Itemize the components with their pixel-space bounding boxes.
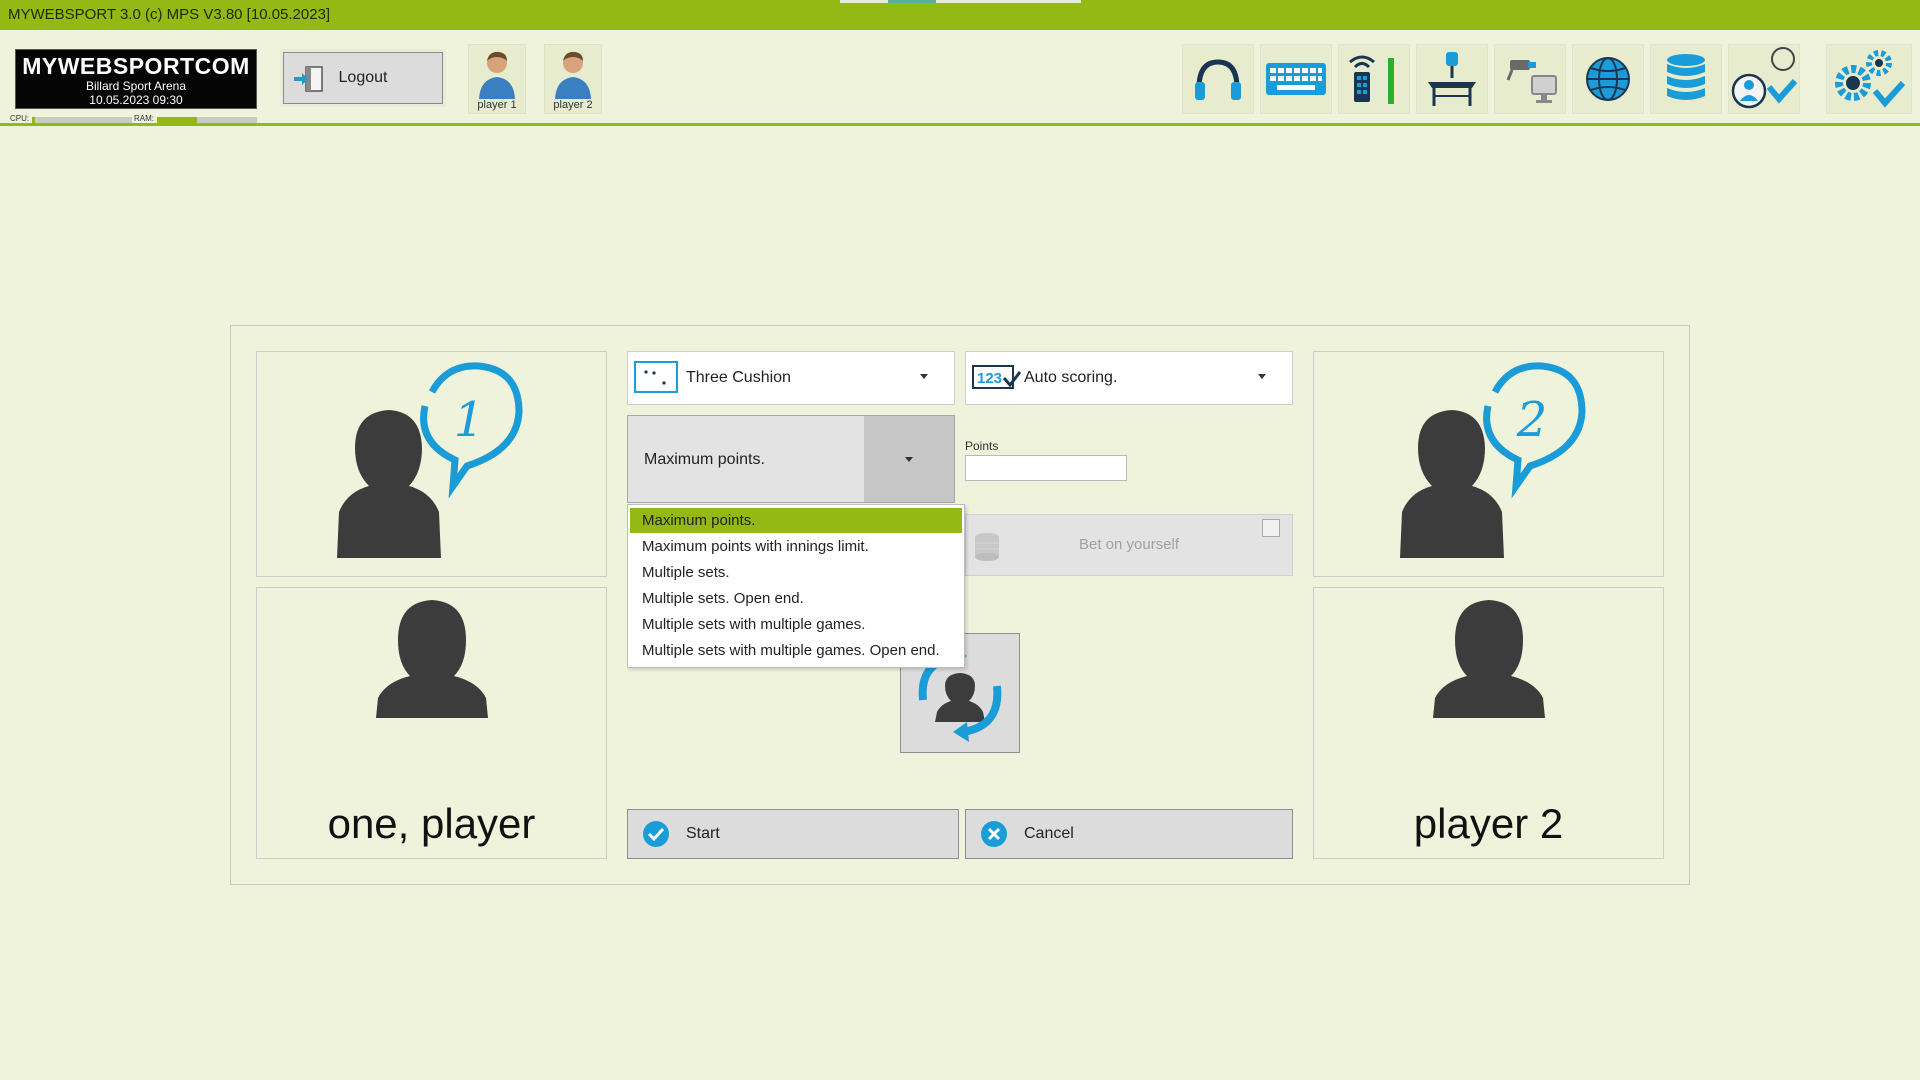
table-lamp-icon: [1428, 52, 1476, 106]
logout-label: Logout: [338, 69, 388, 86]
table-light-button[interactable]: [1416, 44, 1488, 114]
ram-meter: [157, 117, 257, 123]
game-mode-options-list: Maximum points. Maximum points with inni…: [627, 504, 965, 668]
player1-badge-number: 1: [454, 392, 485, 448]
keyboard-button[interactable]: [1260, 44, 1332, 114]
chevron-down-icon: [905, 457, 913, 462]
title-tab-marker-active: [888, 0, 936, 3]
ram-meter-fill: [157, 117, 197, 123]
bet-on-yourself-toggle[interactable]: Bet on yourself: [965, 514, 1293, 576]
player1-button-label: player 1: [477, 99, 517, 111]
game-mode-value: Maximum points.: [644, 451, 765, 468]
bet-checkbox[interactable]: [1262, 519, 1280, 537]
player2-number-avatar-icon: 2: [1400, 362, 1586, 558]
game-mode-option[interactable]: Multiple sets.: [630, 560, 962, 585]
player1-avatar-icon: [479, 51, 515, 99]
player2-badge-number: 2: [1516, 392, 1548, 448]
ram-label: RAM:: [134, 114, 154, 123]
keyboard-icon: [1266, 63, 1326, 95]
start-button[interactable]: Start: [627, 809, 959, 859]
game-mode-option[interactable]: Multiple sets with multiple games. Open …: [630, 638, 962, 663]
cpu-meter: [32, 117, 132, 123]
database-button[interactable]: [1650, 44, 1722, 114]
logout-button[interactable]: Logout: [283, 52, 443, 104]
settings-check-icon: [1835, 50, 1906, 108]
scoring-123-icon: 123: [972, 365, 1022, 389]
check-circle-icon: [643, 821, 669, 847]
cpu-label: CPU:: [10, 114, 30, 123]
logo-brand: MYWEBSPORTCOM: [22, 53, 250, 79]
game-mode-option[interactable]: Multiple sets. Open end.: [630, 586, 962, 611]
player1-name: one, player: [327, 800, 536, 847]
title-tab-marker: [936, 0, 1081, 3]
scoring-value: Auto scoring.: [1024, 369, 1118, 386]
top-toolbar: MYWEBSPORTCOM Billard Sport Arena 10.05.…: [0, 30, 1920, 126]
brand-logo: MYWEBSPORTCOM Billard Sport Arena 10.05.…: [15, 49, 257, 109]
points-label: Points: [965, 439, 999, 453]
window-title: MYWEBSPORT 3.0 (c) MPS V3.80 [10.05.2023…: [8, 6, 331, 23]
player2-card[interactable]: player 2: [1313, 587, 1664, 859]
audio-button[interactable]: [1182, 44, 1254, 114]
camera-button[interactable]: [1494, 44, 1566, 114]
bet-label: Bet on yourself: [1078, 536, 1180, 553]
chevron-down-icon: [920, 374, 928, 379]
cpu-meter-fill: [32, 117, 35, 123]
game-mode-option[interactable]: Maximum points with innings limit.: [630, 534, 962, 559]
player2-name: player 2: [1413, 800, 1564, 847]
resource-meters: CPU: RAM:: [10, 114, 258, 126]
close-circle-icon: [981, 821, 1007, 847]
game-mode-option[interactable]: Maximum points.: [630, 508, 962, 533]
scoring-icon-text: 123: [977, 370, 1002, 387]
player2-button[interactable]: player 2: [544, 44, 602, 114]
logo-datetime: 10.05.2023 09:30: [89, 93, 183, 107]
player2-silhouette-icon: [1433, 600, 1545, 718]
cancel-button[interactable]: Cancel: [965, 809, 1293, 859]
headphones-icon: [1195, 59, 1241, 100]
player2-button-label: player 2: [553, 99, 593, 111]
discipline-value: Three Cushion: [686, 369, 791, 386]
player1-button[interactable]: player 1: [468, 44, 526, 114]
game-mode-option[interactable]: Multiple sets with multiple games.: [630, 612, 962, 637]
player2-badge-card[interactable]: 2: [1313, 351, 1664, 577]
coins-icon: [975, 533, 999, 561]
points-input[interactable]: [965, 455, 1127, 481]
chevron-down-icon: [1258, 374, 1266, 379]
database-icon: [1667, 54, 1705, 100]
start-label: Start: [686, 825, 720, 842]
player1-badge-card[interactable]: 1: [256, 351, 607, 577]
game-mode-select[interactable]: Maximum points.: [627, 415, 955, 503]
user-check-icon: [1731, 47, 1797, 109]
scoring-select[interactable]: 123 Auto scoring.: [965, 351, 1293, 405]
title-tab-marker: [840, 0, 888, 3]
player2-avatar-icon: [555, 51, 591, 99]
logout-door-icon: [294, 66, 323, 92]
camera-monitor-icon: [1506, 60, 1557, 103]
settings-button[interactable]: [1826, 44, 1912, 114]
remote-signal-icon: [1349, 55, 1394, 104]
player1-card[interactable]: one, player: [256, 587, 607, 859]
globe-icon: [1586, 57, 1630, 101]
web-button[interactable]: [1572, 44, 1644, 114]
billiard-table-icon: [634, 361, 678, 393]
cancel-label: Cancel: [1024, 825, 1074, 842]
logo-venue: Billard Sport Arena: [85, 79, 187, 93]
player1-silhouette-icon: [376, 600, 488, 718]
user-check-button[interactable]: [1728, 44, 1800, 114]
player1-number-avatar-icon: 1: [337, 362, 523, 558]
discipline-select[interactable]: Three Cushion: [627, 351, 955, 405]
remote-button[interactable]: [1338, 44, 1410, 114]
window-title-bar: MYWEBSPORT 3.0 (c) MPS V3.80 [10.05.2023…: [0, 0, 1920, 30]
game-mode-dropdown-button[interactable]: [864, 416, 954, 502]
